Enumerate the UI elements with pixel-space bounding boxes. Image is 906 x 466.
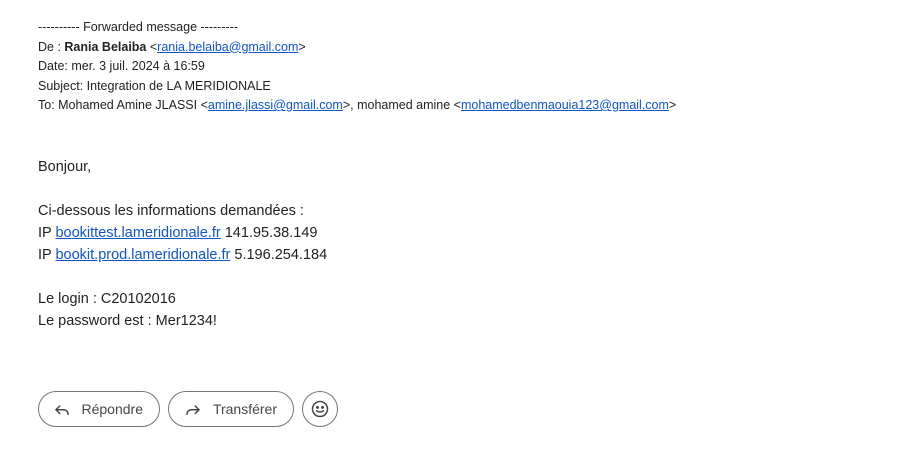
password-line: Le password est : Mer1234! [38,312,217,329]
forward-label: Transférer [212,401,277,417]
forward-button[interactable]: Transférer [168,391,294,427]
emoji-smile-icon [310,399,330,419]
forwarded-header: ---------- Forwarded message --------- D… [38,0,898,116]
forwarded-separator: ---------- Forwarded message --------- [38,20,238,34]
ip1-host-link[interactable]: bookittest.lameridionale.fr [55,225,220,241]
ip1-address: 141.95.38.149 [220,224,318,241]
from-email-link[interactable]: rania.belaiba@gmail.com [157,40,298,54]
email-message: ---------- Forwarded message --------- D… [38,0,898,332]
forward-arrow-icon [183,399,203,419]
ip-line-1: IP bookittest.lameridionale.fr 141.95.38… [38,222,898,244]
forwarded-date: Date: mer. 3 juil. 2024 à 16:59 [38,59,205,73]
email-body: Bonjour, Ci-dessous les informations dem… [38,156,898,332]
message-actions: Répondre Transférer [38,391,338,427]
ip-prefix: IP [38,246,56,263]
ip-prefix: IP [38,224,56,241]
reply-arrow-icon [53,399,72,419]
to-end: > [668,98,677,112]
greeting: Bonjour, [38,158,92,175]
to-email-link-2[interactable]: mohamedbenmaouia123@gmail.com [461,98,669,112]
from-name: Rania Belaiba [64,39,147,54]
forwarded-subject: Subject: Integration de LA MERIDIONALE [38,78,271,93]
to-email-link-1[interactable]: amine.jlassi@gmail.com [208,98,343,112]
forwarded-to: To: Mohamed Amine JLASSI <amine.jlassi@g… [38,96,898,116]
emoji-reaction-button[interactable] [302,391,338,427]
intro-line: Ci-dessous les informations demandées : [38,202,304,219]
to-middle: >, mohamed amine < [342,98,461,112]
login-line: Le login : C20102016 [38,290,176,307]
forwarded-from: De : Rania Belaiba <rania.belaiba@gmail.… [38,39,306,54]
to-label: To: Mohamed Amine JLASSI < [38,98,208,112]
from-label: De : [38,39,65,54]
reply-label: Répondre [81,401,144,417]
reply-button[interactable]: Répondre [38,391,160,427]
ip-line-2: IP bookit.prod.lameridionale.fr 5.196.25… [38,244,898,266]
ip2-address: 5.196.254.184 [230,246,328,263]
ip2-host-link[interactable]: bookit.prod.lameridionale.fr [55,247,230,263]
